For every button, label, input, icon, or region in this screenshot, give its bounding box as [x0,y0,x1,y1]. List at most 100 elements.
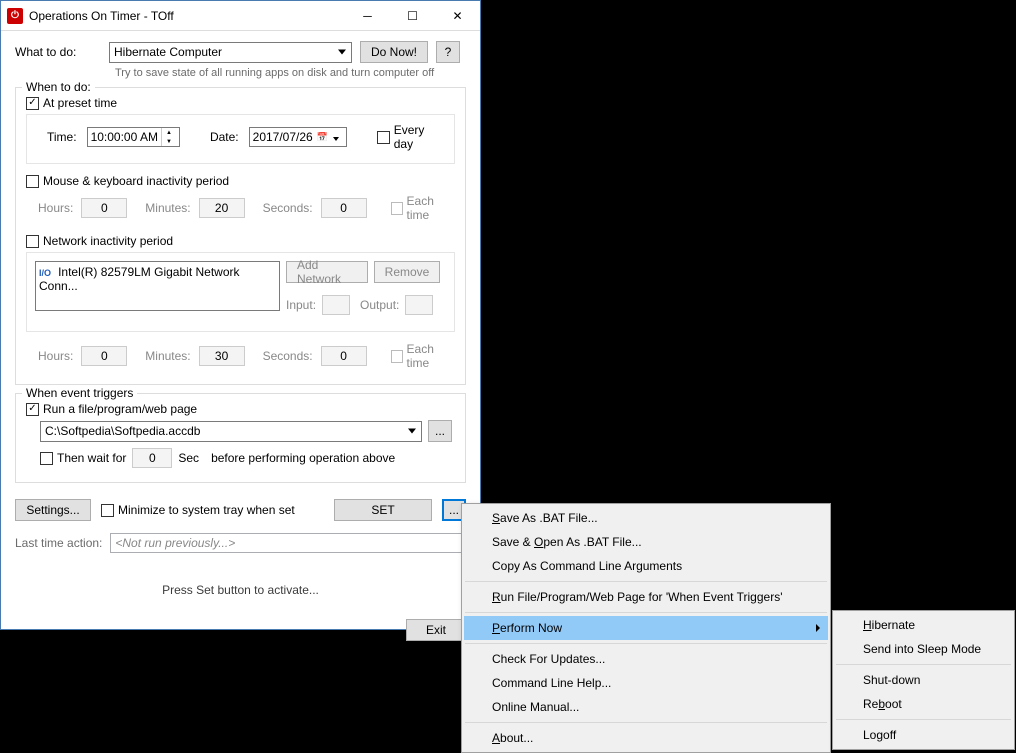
net-each-time-checkbox: Each time [391,342,455,370]
submenu-hibernate[interactable]: Hibernate [835,613,1012,637]
close-button[interactable]: ✕ [435,1,480,30]
output-label: Output: [360,298,399,312]
do-now-button[interactable]: Do Now! [360,41,428,63]
every-day-checkbox[interactable]: Every day [377,123,446,151]
checkbox-icon [377,131,390,144]
set-button[interactable]: SET [334,499,432,521]
hours-label: Hours: [38,201,73,215]
checkbox-icon [391,202,403,215]
more-actions-menu: Save As .BAT File... Save & Open As .BAT… [461,503,831,753]
network-adapter-list[interactable]: I/O Intel(R) 82579LM Gigabit Network Con… [35,261,280,311]
browse-button[interactable]: ... [428,420,452,442]
titlebar: ⏻ Operations On Timer - TOff ─ ☐ ✕ [1,1,480,31]
main-window: ⏻ Operations On Timer - TOff ─ ☐ ✕ What … [0,0,481,630]
menu-check-updates[interactable]: Check For Updates... [464,647,828,671]
net-hours-input: 0 [81,346,127,366]
content-area: What to do: Hibernate Computer Do Now! ?… [1,31,480,655]
menu-copy-args[interactable]: Copy As Command Line Arguments [464,554,828,578]
checkbox-icon [101,504,114,517]
perform-now-submenu: Hibernate Send into Sleep Mode Shut-down… [832,610,1015,750]
adapter-name: Intel(R) 82579LM Gigabit Network Conn... [39,265,240,293]
action-value: Hibernate Computer [114,45,222,59]
maximize-button[interactable]: ☐ [390,1,435,30]
net-each-time-label: Each time [407,342,455,370]
seconds-input: 0 [321,198,367,218]
menu-separator [836,664,1011,665]
event-legend: When event triggers [22,386,137,400]
menu-about[interactable]: About... [464,726,828,750]
exit-button[interactable]: Exit [406,619,466,641]
time-value: 10:00:00 AM [91,130,158,144]
submenu-arrow-icon [816,624,820,632]
menu-separator [465,722,827,723]
window-title: Operations On Timer - TOff [29,9,345,23]
date-label: Date: [210,130,239,144]
input-value [322,295,350,315]
menu-separator [465,581,827,582]
network-inactivity-checkbox[interactable]: Network inactivity period [26,234,455,248]
input-label: Input: [286,298,316,312]
menu-separator [836,719,1011,720]
seconds-label: Seconds: [263,201,313,215]
minimize-button[interactable]: ─ [345,1,390,30]
run-file-checkbox[interactable]: Run a file/program/web page [26,402,455,416]
sec-label: Sec [178,451,199,465]
calendar-icon[interactable]: 📅 [315,130,330,145]
action-dropdown[interactable]: Hibernate Computer [109,42,352,63]
minimize-tray-label: Minimize to system tray when set [118,503,295,517]
every-day-label: Every day [394,123,446,151]
settings-button[interactable]: Settings... [15,499,91,521]
last-action-label: Last time action: [15,536,102,550]
submenu-reboot[interactable]: Reboot [835,692,1012,716]
net-minutes-label: Minutes: [145,349,190,363]
menu-save-open-bat[interactable]: Save & Open As .BAT File... [464,530,828,554]
menu-online-manual[interactable]: Online Manual... [464,695,828,719]
when-to-do-fieldset: When to do: At preset time Time: 10:00:0… [15,87,466,385]
date-value: 2017/07/26 [253,130,313,144]
menu-save-bat[interactable]: Save As .BAT File... [464,506,828,530]
event-triggers-fieldset: When event triggers Run a file/program/w… [15,393,466,483]
checkbox-icon [26,175,39,188]
time-spinner[interactable]: ▲▼ [161,128,176,146]
file-path: C:\Softpedia\Softpedia.accdb [45,424,200,438]
preset-time-label: At preset time [43,96,117,110]
date-dropdown-icon[interactable] [330,130,339,144]
status-text: Press Set button to activate... [15,583,466,597]
add-network-button: Add Network [286,261,368,283]
remove-network-button: Remove [374,261,440,283]
submenu-shutdown[interactable]: Shut-down [835,668,1012,692]
each-time-label: Each time [407,194,455,222]
time-input[interactable]: 10:00:00 AM ▲▼ [87,127,180,147]
output-value [405,295,433,315]
menu-cmd-help[interactable]: Command Line Help... [464,671,828,695]
preset-time-checkbox[interactable]: At preset time [26,96,455,110]
minimize-tray-checkbox[interactable]: Minimize to system tray when set [101,503,295,517]
then-wait-label: Then wait for [57,451,126,465]
net-seconds-label: Seconds: [263,349,313,363]
menu-perform-now[interactable]: Perform Now [464,616,828,640]
checkbox-icon [26,97,39,110]
checkbox-icon [40,452,53,465]
network-inactivity-label: Network inactivity period [43,234,173,248]
app-icon: ⏻ [7,8,23,24]
mouse-inactivity-checkbox[interactable]: Mouse & keyboard inactivity period [26,174,455,188]
help-button[interactable]: ? [436,41,460,63]
date-input[interactable]: 2017/07/26 📅 [249,127,347,147]
run-file-label: Run a file/program/web page [43,402,197,416]
before-label: before performing operation above [211,451,395,465]
submenu-sleep[interactable]: Send into Sleep Mode [835,637,1012,661]
net-hours-label: Hours: [38,349,73,363]
minutes-input: 20 [199,198,245,218]
checkbox-icon [26,235,39,248]
net-minutes-input: 30 [199,346,245,366]
when-legend: When to do: [22,80,95,94]
hours-input: 0 [81,198,127,218]
menu-run-file[interactable]: Run File/Program/Web Page for 'When Even… [464,585,828,609]
each-time-checkbox: Each time [391,194,455,222]
menu-separator [465,643,827,644]
file-path-dropdown[interactable]: C:\Softpedia\Softpedia.accdb [40,421,422,442]
then-wait-checkbox[interactable]: Then wait for [40,451,126,465]
submenu-logoff[interactable]: Logoff [835,723,1012,747]
io-icon: I/O [39,268,51,278]
last-action-field: <Not run previously...> [110,533,466,553]
